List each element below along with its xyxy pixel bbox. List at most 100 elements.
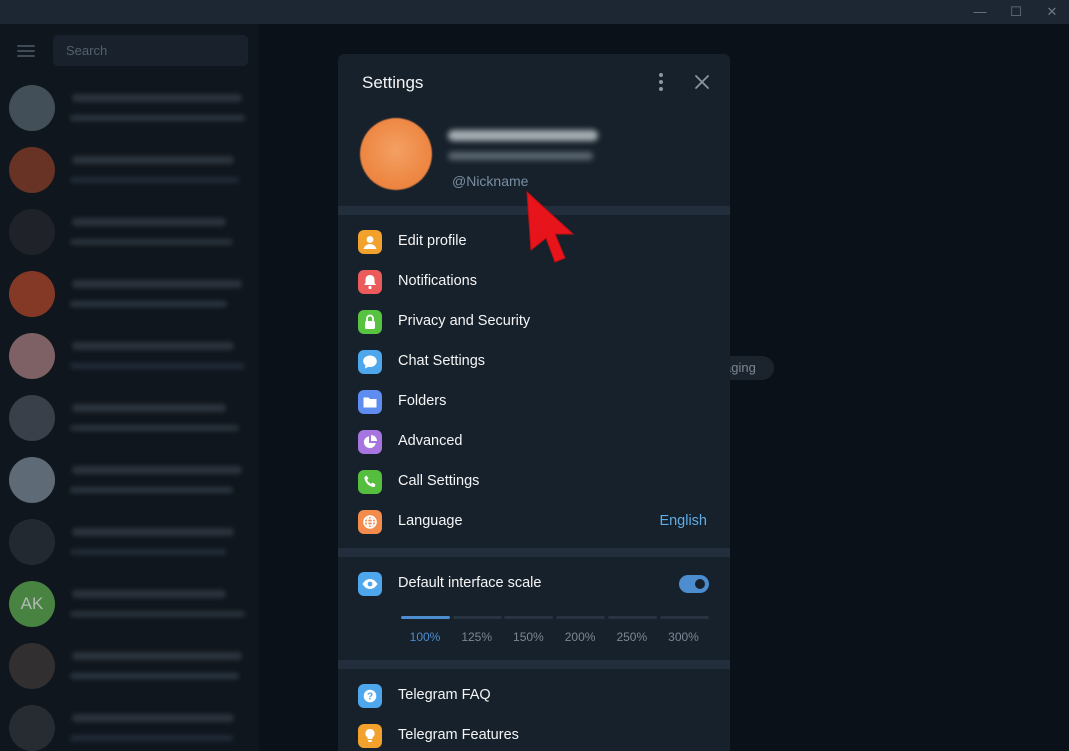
chat-title-redacted	[72, 466, 242, 474]
profile-name-redacted	[448, 130, 598, 141]
chat-list-item[interactable]	[0, 635, 259, 697]
chat-preview-redacted	[70, 239, 233, 245]
photo-avatar-icon	[9, 705, 55, 751]
scale-option[interactable]: 300%	[658, 630, 710, 644]
interface-scale-label: Default interface scale	[398, 575, 542, 591]
settings-dialog: Settings @Nickname Edit profile Notificat…	[338, 54, 730, 751]
bell-icon	[358, 270, 382, 294]
lightbulb-icon	[358, 724, 382, 748]
chat-preview-redacted	[70, 177, 239, 183]
orange-app-icon	[9, 271, 55, 317]
chat-list-item[interactable]	[0, 387, 259, 449]
language-value[interactable]: English	[659, 513, 707, 529]
settings-item-label: Advanced	[398, 433, 463, 449]
mouse-cursor-icon	[526, 190, 575, 263]
chat-list-item[interactable]: AK	[0, 573, 259, 635]
chat-preview-redacted	[70, 425, 239, 431]
settings-item-label: Privacy and Security	[398, 313, 531, 329]
settings-item-telegram-features[interactable]: Telegram Features	[338, 716, 730, 751]
chat-list-item[interactable]	[0, 449, 259, 511]
hamburger-menu-icon[interactable]	[17, 45, 35, 57]
window-titlebar: — ☐ ✕	[0, 0, 1069, 24]
chat-bubble-icon	[358, 350, 382, 374]
chat-title-redacted	[72, 280, 242, 288]
settings-item-call-settings[interactable]: Call Settings	[338, 462, 730, 502]
scale-segment[interactable]	[504, 616, 554, 619]
chat-preview-redacted	[70, 115, 245, 121]
more-options-icon[interactable]	[655, 73, 667, 91]
settings-item-folders[interactable]: Folders	[338, 382, 730, 422]
settings-item-language[interactable]: Language English	[338, 502, 730, 542]
chat-list-item[interactable]	[0, 511, 259, 573]
settings-item-notifications[interactable]: Notifications	[338, 262, 730, 302]
scale-option[interactable]: 250%	[606, 630, 658, 644]
photo-avatar-icon	[9, 519, 55, 565]
chat-list-sidebar: Search AK	[0, 24, 259, 751]
profile-avatar[interactable]	[360, 118, 432, 190]
chat-preview-redacted	[70, 363, 245, 369]
settings-item-telegram-faq[interactable]: ? Telegram FAQ	[338, 676, 730, 716]
chat-preview-redacted	[70, 611, 245, 617]
phone-icon	[358, 470, 382, 494]
photo-avatar-icon	[9, 147, 55, 193]
search-input[interactable]: Search	[53, 35, 248, 66]
scale-segment[interactable]	[659, 616, 709, 619]
red-chart-icon	[9, 333, 55, 379]
interface-scale-row[interactable]: Default interface scale	[338, 564, 730, 604]
close-window-button[interactable]: ✕	[1034, 0, 1069, 24]
chat-title-redacted	[72, 404, 226, 412]
user-icon	[358, 230, 382, 254]
chat-list-item[interactable]	[0, 201, 259, 263]
question-icon: ?	[358, 684, 382, 708]
chat-list-item[interactable]	[0, 139, 259, 201]
chat-title-redacted	[72, 652, 242, 660]
svg-text:?: ?	[367, 691, 373, 702]
section-divider	[338, 548, 730, 557]
chat-list-item[interactable]	[0, 325, 259, 387]
settings-item-privacy-and-security[interactable]: Privacy and Security	[338, 302, 730, 342]
pie-chart-icon	[358, 430, 382, 454]
chat-title-redacted	[72, 528, 234, 536]
settings-item-label: Folders	[398, 393, 447, 409]
chat-title-redacted	[72, 714, 234, 722]
avatar: AK	[9, 581, 55, 627]
chat-preview-redacted	[70, 673, 239, 679]
chat-preview-redacted	[70, 549, 227, 555]
settings-item-label: Telegram FAQ	[398, 687, 491, 703]
photo-avatar-icon	[9, 643, 55, 689]
scale-option[interactable]: 200%	[554, 630, 606, 644]
maximize-button[interactable]: ☐	[998, 0, 1034, 24]
scale-option[interactable]: 125%	[451, 630, 503, 644]
profile-username[interactable]: @Nickname	[452, 173, 528, 189]
scale-segment[interactable]	[556, 616, 606, 619]
settings-item-label: Chat Settings	[398, 353, 486, 369]
profile-phone-redacted	[448, 152, 593, 160]
chat-list-item[interactable]	[0, 77, 259, 139]
settings-item-chat-settings[interactable]: Chat Settings	[338, 342, 730, 382]
minimize-button[interactable]: —	[962, 0, 998, 24]
close-icon[interactable]	[692, 68, 712, 96]
dialog-title: Settings	[362, 73, 424, 92]
eye-icon	[358, 572, 382, 596]
photo-avatar-icon	[9, 85, 55, 131]
interface-scale-toggle[interactable]	[679, 575, 709, 593]
chat-list-item[interactable]	[0, 263, 259, 325]
books-icon	[9, 457, 55, 503]
settings-item-label: Edit profile	[398, 233, 467, 249]
scale-segment[interactable]	[452, 616, 502, 619]
scale-segment[interactable]	[607, 616, 657, 619]
chat-preview-redacted	[70, 487, 233, 493]
settings-item-advanced[interactable]: Advanced	[338, 422, 730, 462]
scale-option[interactable]: 150%	[502, 630, 554, 644]
chat-title-redacted	[72, 590, 226, 598]
chat-preview-redacted	[70, 301, 227, 307]
chat-preview-redacted	[70, 735, 233, 741]
python-logo-icon	[9, 209, 55, 255]
scale-option[interactable]: 100%	[399, 630, 451, 644]
lock-icon	[358, 310, 382, 334]
section-divider	[338, 660, 730, 669]
chat-title-redacted	[72, 218, 226, 226]
globe-icon	[358, 510, 382, 534]
chat-list-item[interactable]	[0, 697, 259, 751]
scale-segment[interactable]	[401, 616, 450, 619]
